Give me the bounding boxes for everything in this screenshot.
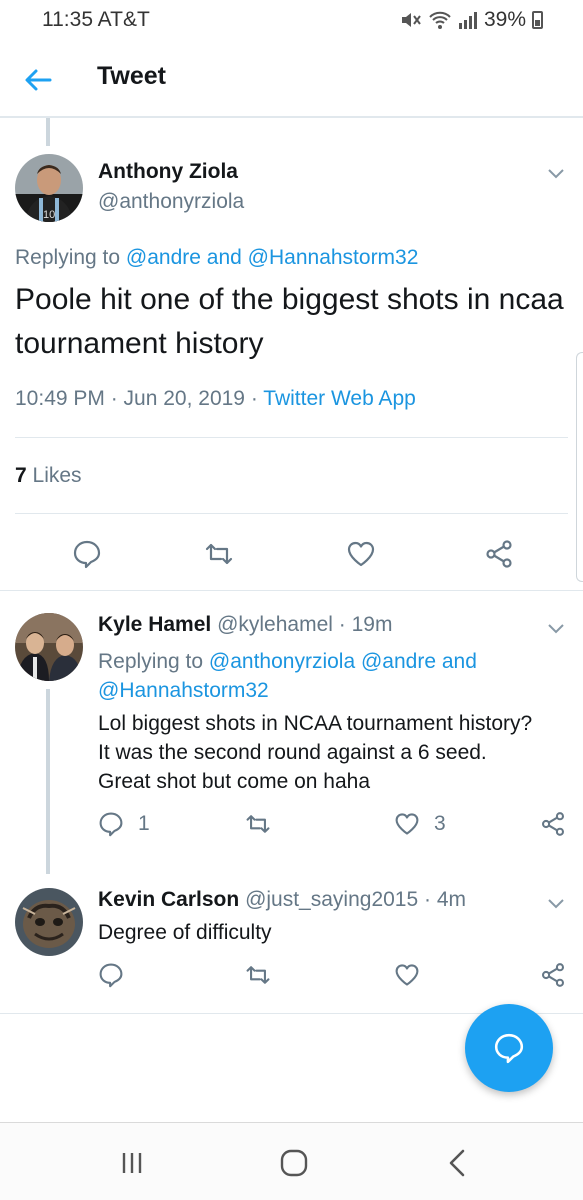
- signal-icon: [458, 12, 477, 29]
- chevron-down-icon[interactable]: [545, 617, 567, 639]
- retweet-icon: [246, 815, 270, 833]
- wifi-icon: [429, 11, 451, 29]
- share-button[interactable]: [540, 811, 566, 837]
- back-icon[interactable]: [442, 1147, 474, 1179]
- recent-apps-icon[interactable]: [116, 1147, 148, 1179]
- scrollbar[interactable]: [576, 352, 583, 582]
- svg-text:10: 10: [43, 209, 55, 221]
- avatar[interactable]: [15, 888, 83, 956]
- avatar[interactable]: [15, 613, 83, 681]
- reply-actions: 1 3: [98, 811, 573, 841]
- mute-icon: [401, 13, 421, 27]
- reply-tweet[interactable]: Kevin Carlson @just_saying2015 · 4m Degr…: [0, 866, 583, 1014]
- reply-time: 19m: [351, 613, 393, 636]
- replying-prefix: Replying to: [98, 650, 204, 673]
- replying-prefix: Replying to: [15, 246, 121, 269]
- retweet-button[interactable]: [244, 962, 272, 988]
- reply-time: 4m: [436, 888, 467, 911]
- tweet-meta: 10:49 PM · Jun 20, 2019 · Twitter Web Ap…: [15, 387, 416, 411]
- share-icon: [541, 812, 565, 836]
- replying-to: Replying to @andre and @Hannahstorm32: [15, 246, 418, 270]
- mention-link[interactable]: @andre: [361, 650, 436, 673]
- mention-link[interactable]: @andre: [126, 246, 201, 269]
- reply-header: Kyle Hamel @kylehamel · 19m: [98, 613, 392, 637]
- reply-text-line: Lol biggest shots in NCAA tournament his…: [98, 712, 533, 735]
- compose-reply-icon: [494, 1033, 524, 1064]
- separator-dot: ·: [424, 888, 432, 911]
- share-icon[interactable]: [484, 539, 514, 569]
- battery-icon: [532, 11, 543, 29]
- reply-icon[interactable]: [72, 539, 102, 569]
- and-word[interactable]: and: [207, 246, 242, 269]
- mention-link[interactable]: @Hannahstorm32: [248, 246, 419, 269]
- author-handle[interactable]: @just_saying2015: [245, 888, 418, 911]
- reply-icon: [99, 963, 123, 988]
- reply-tweet[interactable]: Kyle Hamel @kylehamel · 19m Replying to …: [0, 591, 583, 874]
- status-bar: 11:35 AT&T 39%: [0, 0, 583, 40]
- thread-line: [46, 118, 50, 146]
- chevron-down-icon[interactable]: [545, 892, 567, 914]
- divider: [15, 513, 568, 514]
- author-handle[interactable]: @kylehamel: [217, 613, 333, 636]
- tweet-timestamp: 10:49 PM · Jun 20, 2019 ·: [15, 387, 258, 410]
- like-icon: [395, 813, 419, 835]
- replying-to: Replying to @anthonyrziola @andre and @H…: [98, 647, 538, 705]
- reply-text-line: Great shot but come on haha: [98, 770, 371, 793]
- tweet-actions: [0, 536, 583, 572]
- share-button[interactable]: [540, 962, 566, 988]
- like-icon[interactable]: [346, 539, 376, 569]
- reply-count: 1: [138, 812, 150, 835]
- status-time: 11:35 AT&T: [42, 8, 150, 31]
- like-button[interactable]: [394, 962, 420, 988]
- page-title: Tweet: [97, 62, 166, 90]
- main-tweet: 10 Anthony Ziola @anthonyrziola Replying…: [0, 146, 583, 591]
- mention-link[interactable]: @anthonyrziola: [209, 650, 355, 673]
- divider: [15, 437, 568, 438]
- reply-button[interactable]: [98, 962, 124, 988]
- tweet-text: Poole hit one of the biggest shots in nc…: [15, 283, 564, 360]
- author-name[interactable]: Kevin Carlson: [98, 888, 239, 911]
- retweet-button[interactable]: [244, 811, 272, 837]
- reply-icon: [99, 812, 123, 837]
- retweet-icon: [246, 966, 270, 984]
- like-button[interactable]: 3: [394, 811, 446, 837]
- compose-reply-button[interactable]: [465, 1004, 553, 1092]
- source-app-link[interactable]: Twitter Web App: [263, 387, 416, 410]
- top-app-bar: Tweet: [0, 40, 583, 118]
- likes-count: 7: [15, 464, 27, 487]
- chevron-down-icon[interactable]: [545, 162, 567, 184]
- back-arrow-icon[interactable]: [22, 64, 54, 96]
- share-icon: [541, 963, 565, 987]
- author-name[interactable]: Kyle Hamel: [98, 613, 211, 636]
- separator-dot: ·: [338, 613, 346, 636]
- thread-line: [46, 689, 50, 874]
- reply-actions: [98, 962, 573, 992]
- system-nav-bar: [0, 1122, 583, 1200]
- reply-button[interactable]: 1: [98, 811, 150, 837]
- like-icon: [395, 964, 419, 986]
- author-name[interactable]: Anthony Ziola: [98, 160, 238, 184]
- reply-text-line: It was the second round against a 6 seed…: [98, 741, 487, 764]
- mention-link[interactable]: @Hannahstorm32: [98, 679, 269, 702]
- author-handle[interactable]: @anthonyrziola: [98, 190, 244, 214]
- battery-percent: 39%: [483, 8, 526, 31]
- reply-text: Degree of difficulty: [98, 921, 272, 944]
- retweet-icon[interactable]: [204, 539, 234, 569]
- and-word[interactable]: and: [442, 650, 477, 673]
- reply-header: Kevin Carlson @just_saying2015 · 4m: [98, 888, 466, 912]
- home-icon[interactable]: [278, 1147, 310, 1179]
- likes-label: Likes: [32, 464, 82, 487]
- like-count: 3: [434, 812, 446, 835]
- likes-stat[interactable]: 7 Likes: [15, 464, 82, 488]
- avatar[interactable]: 10: [15, 154, 83, 222]
- status-icons: 39%: [400, 8, 543, 32]
